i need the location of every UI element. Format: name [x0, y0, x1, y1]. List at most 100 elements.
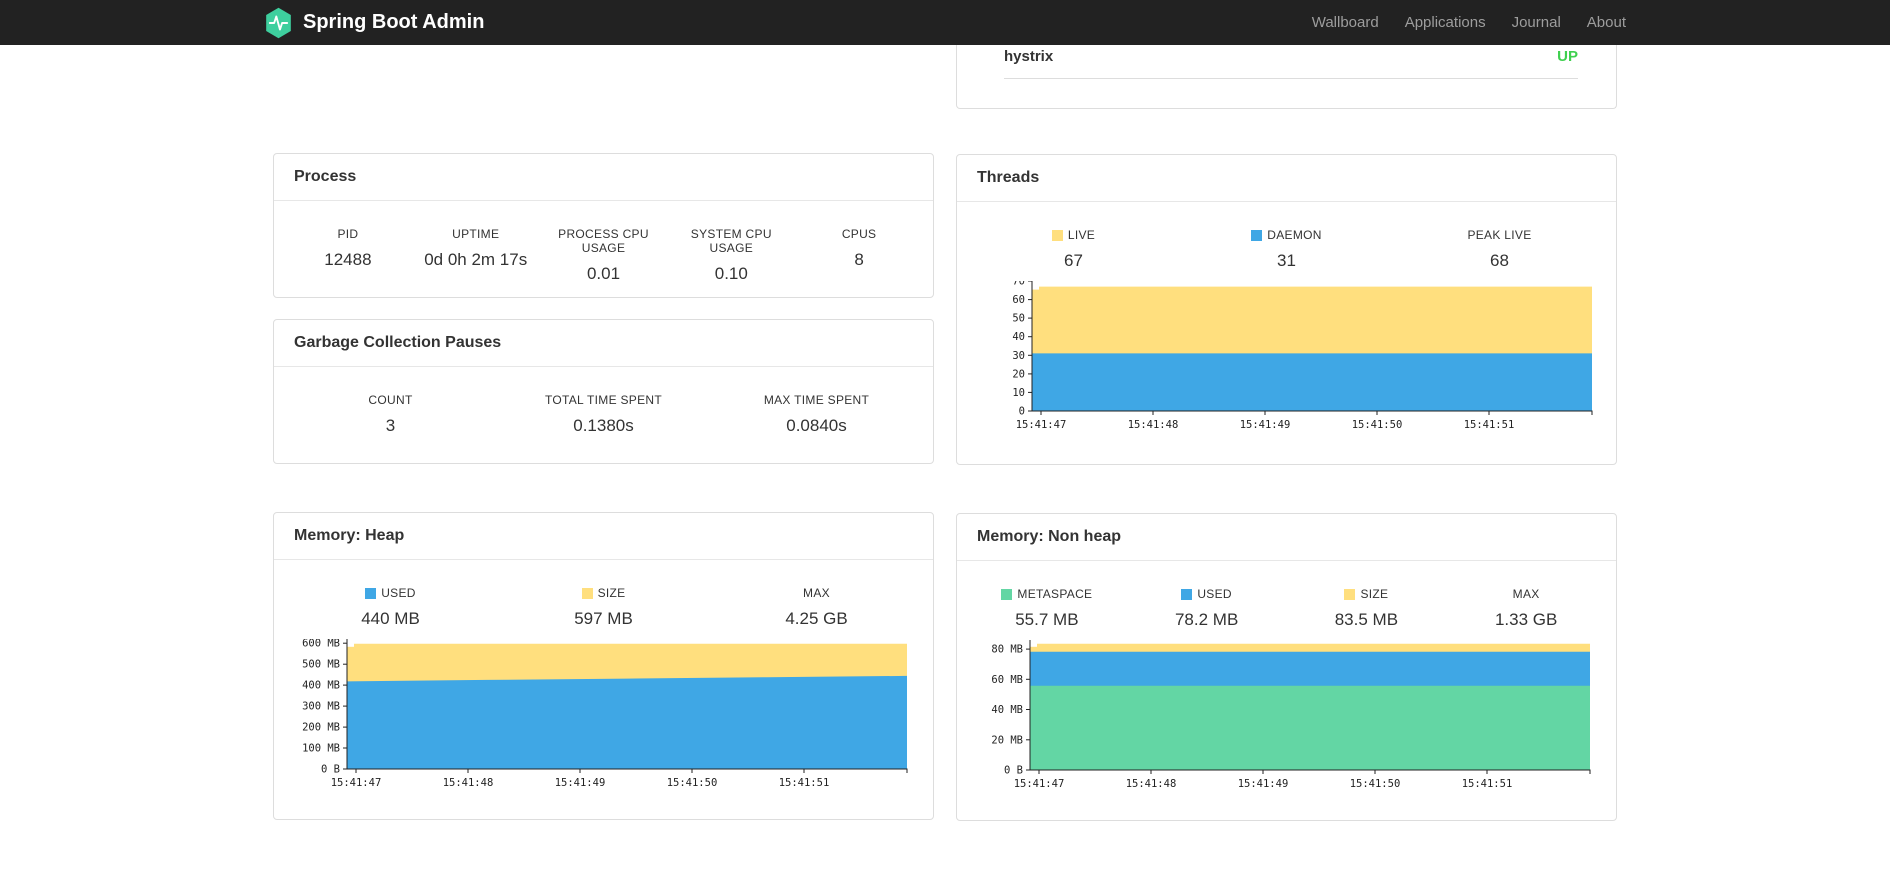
svg-text:300 MB: 300 MB: [302, 701, 340, 713]
daemon-legend-swatch: [1251, 229, 1263, 241]
gc-card-title: Garbage Collection Pauses: [274, 320, 933, 367]
main-content: Process PID 12488 UPTIME 0d 0h 2m 17s PR…: [273, 0, 1617, 821]
svg-text:70: 70: [1012, 281, 1025, 288]
svg-text:15:41:49: 15:41:49: [555, 777, 606, 789]
metric-label: SYSTEM CPU USAGE: [690, 227, 772, 255]
legend-label: DAEMON: [1267, 228, 1322, 242]
metric-label: PROCESS CPU USAGE: [558, 227, 649, 255]
nonheap-legend: METASPACE 55.7 MB USED 78.2 MB SIZE 83.5…: [957, 561, 1616, 630]
svg-text:15:41:48: 15:41:48: [1128, 419, 1179, 431]
metric-cpus: CPUS 8: [795, 227, 923, 284]
memory-nonheap-card: Memory: Non heap METASPACE 55.7 MB USED …: [956, 513, 1617, 821]
metric-value: 12488: [324, 250, 372, 269]
legend-nonheap-max: MAX 1.33 GB: [1446, 587, 1606, 630]
status-badge: UP: [1557, 48, 1578, 65]
legend-label: SIZE: [597, 586, 626, 600]
svg-text:15:41:47: 15:41:47: [1014, 778, 1065, 790]
left-column: Process PID 12488 UPTIME 0d 0h 2m 17s PR…: [273, 45, 934, 821]
nav-item-applications[interactable]: Applications: [1405, 14, 1486, 31]
used-legend-swatch: [365, 587, 377, 599]
svg-text:60 MB: 60 MB: [991, 674, 1023, 686]
svg-text:15:41:48: 15:41:48: [443, 777, 494, 789]
svg-text:0: 0: [1019, 406, 1025, 418]
svg-text:80 MB: 80 MB: [991, 644, 1023, 656]
legend-nonheap-used: USED 78.2 MB: [1127, 587, 1287, 630]
live-legend-swatch: [1051, 229, 1063, 241]
metric-value: 0.01: [586, 264, 621, 283]
metric-value: 3: [385, 416, 396, 435]
svg-text:40 MB: 40 MB: [991, 704, 1023, 716]
metric-label: MAX TIME SPENT: [763, 393, 870, 407]
svg-text:10: 10: [1012, 387, 1025, 399]
legend-nonheap-size: SIZE 83.5 MB: [1287, 587, 1447, 630]
svg-text:20 MB: 20 MB: [991, 734, 1023, 746]
legend-threads-peak: PEAK LIVE 68: [1393, 228, 1606, 271]
metric-pid: PID 12488: [284, 227, 412, 284]
svg-text:15:41:51: 15:41:51: [779, 777, 830, 789]
legend-value: 67: [1064, 251, 1083, 270]
svg-text:15:41:49: 15:41:49: [1240, 419, 1291, 431]
memory-heap-chart: 0 B 100 MB 200 MB 300 MB 400 MB 500 MB 600 MB 1…: [302, 638, 908, 789]
legend-value: 1.33 GB: [1494, 610, 1558, 629]
nav-item-wallboard[interactable]: Wallboard: [1312, 14, 1379, 31]
metric-label: TOTAL TIME SPENT: [544, 393, 663, 407]
svg-text:600 MB: 600 MB: [302, 639, 340, 650]
right-column: hystrix UP Threads LIVE 67 DAEMON 31 PEA…: [956, 0, 1617, 821]
memory-heap-card: Memory: Heap USED 440 MB SIZE 597 MB MAX…: [273, 512, 934, 820]
process-metrics: PID 12488 UPTIME 0d 0h 2m 17s PROCESS CP…: [274, 201, 933, 284]
metric-system-cpu: SYSTEM CPU USAGE 0.10: [667, 227, 795, 284]
legend-label: LIVE: [1067, 228, 1096, 242]
memory-nonheap-card-title: Memory: Non heap: [957, 514, 1616, 561]
legend-value: 55.7 MB: [1015, 610, 1079, 629]
brand-link[interactable]: Spring Boot Admin: [264, 7, 484, 39]
svg-text:100 MB: 100 MB: [302, 743, 340, 755]
memory-heap-card-title: Memory: Heap: [274, 513, 933, 560]
legend-heap-size: SIZE 597 MB: [497, 586, 710, 629]
threads-legend: LIVE 67 DAEMON 31 PEAK LIVE 68: [957, 202, 1616, 271]
legend-heap-used: USED 440 MB: [284, 586, 497, 629]
svg-text:500 MB: 500 MB: [302, 659, 340, 671]
legend-heap-max: MAX 4.25 GB: [710, 586, 923, 629]
size-legend-swatch: [581, 587, 593, 599]
used-legend-swatch: [1181, 588, 1193, 600]
legend-value: 78.2 MB: [1174, 610, 1239, 629]
svg-text:15:41:51: 15:41:51: [1462, 778, 1513, 790]
legend-threads-daemon: DAEMON 31: [1180, 228, 1393, 271]
spring-boot-admin-logo-icon: [264, 7, 293, 39]
nav-links: Wallboard Applications Journal About: [1312, 14, 1626, 31]
metric-label: UPTIME: [452, 227, 500, 241]
metric-label: CPUS: [841, 227, 877, 241]
gc-card: Garbage Collection Pauses COUNT 3 TOTAL …: [273, 319, 934, 464]
legend-label: METASPACE: [1017, 587, 1093, 601]
metric-value: 0.10: [714, 264, 748, 283]
svg-text:15:41:47: 15:41:47: [1016, 419, 1067, 431]
legend-label: SIZE: [1360, 587, 1389, 601]
legend-threads-live: LIVE 67: [967, 228, 1180, 271]
legend-label: MAX: [803, 586, 830, 600]
svg-text:400 MB: 400 MB: [302, 680, 340, 692]
metric-label: PID: [337, 227, 359, 241]
legend-label: USED: [1197, 587, 1232, 601]
svg-text:15:41:49: 15:41:49: [1238, 778, 1289, 790]
svg-text:40: 40: [1012, 331, 1025, 343]
threads-chart: 0 10 20 30 40 50 60 70 15:41:47 15:41:48 15:41:49 1…: [1012, 276, 1593, 431]
legend-value: 597 MB: [574, 609, 633, 628]
svg-text:15:41:47: 15:41:47: [331, 777, 382, 789]
process-card: Process PID 12488 UPTIME 0d 0h 2m 17s PR…: [273, 153, 934, 298]
metric-value: 0.0840s: [786, 416, 847, 435]
nav-item-journal[interactable]: Journal: [1512, 14, 1561, 31]
metric-value: 8: [854, 250, 864, 269]
svg-text:15:41:50: 15:41:50: [1350, 778, 1401, 790]
svg-text:20: 20: [1012, 368, 1025, 380]
metric-gc-count: COUNT 3: [284, 393, 497, 436]
nav-item-about[interactable]: About: [1587, 14, 1626, 31]
legend-value: 440 MB: [361, 609, 420, 628]
legend-nonheap-metaspace: METASPACE 55.7 MB: [967, 587, 1127, 630]
metric-gc-max-time: MAX TIME SPENT 0.0840s: [710, 393, 923, 436]
svg-text:60: 60: [1012, 294, 1025, 306]
svg-text:0 B: 0 B: [321, 764, 340, 776]
svg-text:0 B: 0 B: [1004, 765, 1023, 777]
process-card-title: Process: [274, 154, 933, 201]
memory-nonheap-chart: 0 B 20 MB 40 MB 60 MB 80 MB 15:41:47 15:41:48 1…: [991, 638, 1591, 790]
metric-gc-total-time: TOTAL TIME SPENT 0.1380s: [497, 393, 710, 436]
